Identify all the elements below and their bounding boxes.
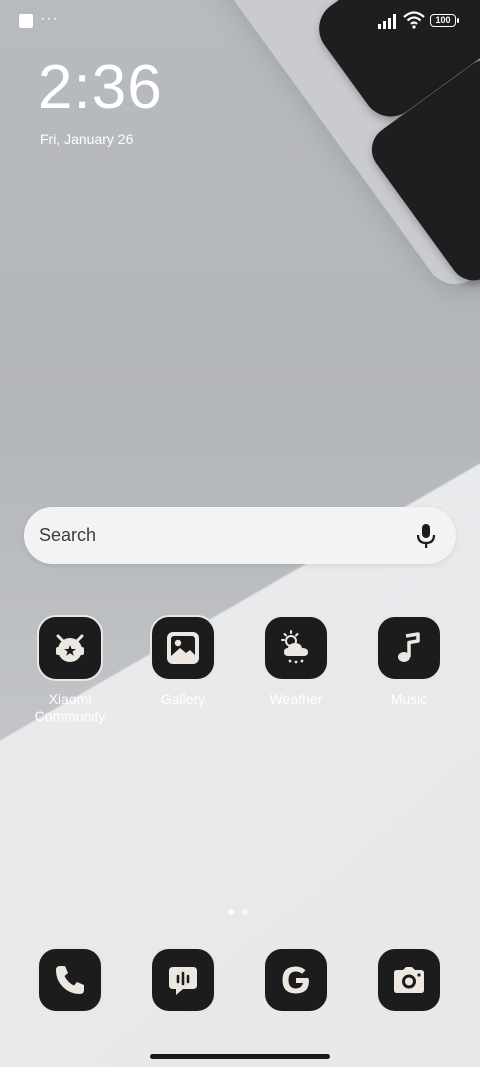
app-weather[interactable]: Weather xyxy=(246,615,346,708)
search-bar[interactable]: Search xyxy=(24,507,456,564)
app-label: Weather xyxy=(269,691,323,707)
clock-date[interactable]: Fri, January 26 xyxy=(40,131,133,147)
dock-phone[interactable] xyxy=(20,947,120,1013)
gallery-icon xyxy=(150,615,216,681)
signal-icon xyxy=(378,14,396,29)
page-dot[interactable] xyxy=(242,909,248,915)
app-label: Xiaomi Community xyxy=(34,691,106,724)
dock-camera[interactable] xyxy=(359,947,459,1013)
app-label: Music xyxy=(390,691,428,707)
messages-icon xyxy=(150,947,216,1013)
dock-messages[interactable] xyxy=(133,947,233,1013)
page-dot-active[interactable] xyxy=(228,909,234,915)
app-gallery[interactable]: Gallery xyxy=(133,615,233,708)
app-music[interactable]: Music xyxy=(359,615,459,708)
xiaomi-community-icon xyxy=(37,615,103,681)
more-notifications-icon: ··· xyxy=(40,10,59,27)
google-icon xyxy=(263,947,329,1013)
music-icon xyxy=(376,615,442,681)
app-label: Gallery xyxy=(160,691,206,707)
notification-icon xyxy=(19,14,33,28)
camera-icon xyxy=(376,947,442,1013)
dock-google[interactable] xyxy=(246,947,346,1013)
status-bar: ··· 100 xyxy=(0,0,480,40)
microphone-icon[interactable] xyxy=(410,521,442,551)
app-xiaomi-community[interactable]: Xiaomi Community xyxy=(20,615,120,725)
wifi-icon xyxy=(403,11,425,29)
battery-level: 100 xyxy=(435,15,451,25)
gesture-navigation-bar[interactable] xyxy=(150,1054,330,1059)
phone-icon xyxy=(37,947,103,1013)
weather-icon xyxy=(263,615,329,681)
clock-time[interactable]: 2:36 xyxy=(38,52,163,123)
search-placeholder: Search xyxy=(39,525,97,545)
battery-nub xyxy=(457,18,459,23)
page-indicator xyxy=(228,909,252,915)
